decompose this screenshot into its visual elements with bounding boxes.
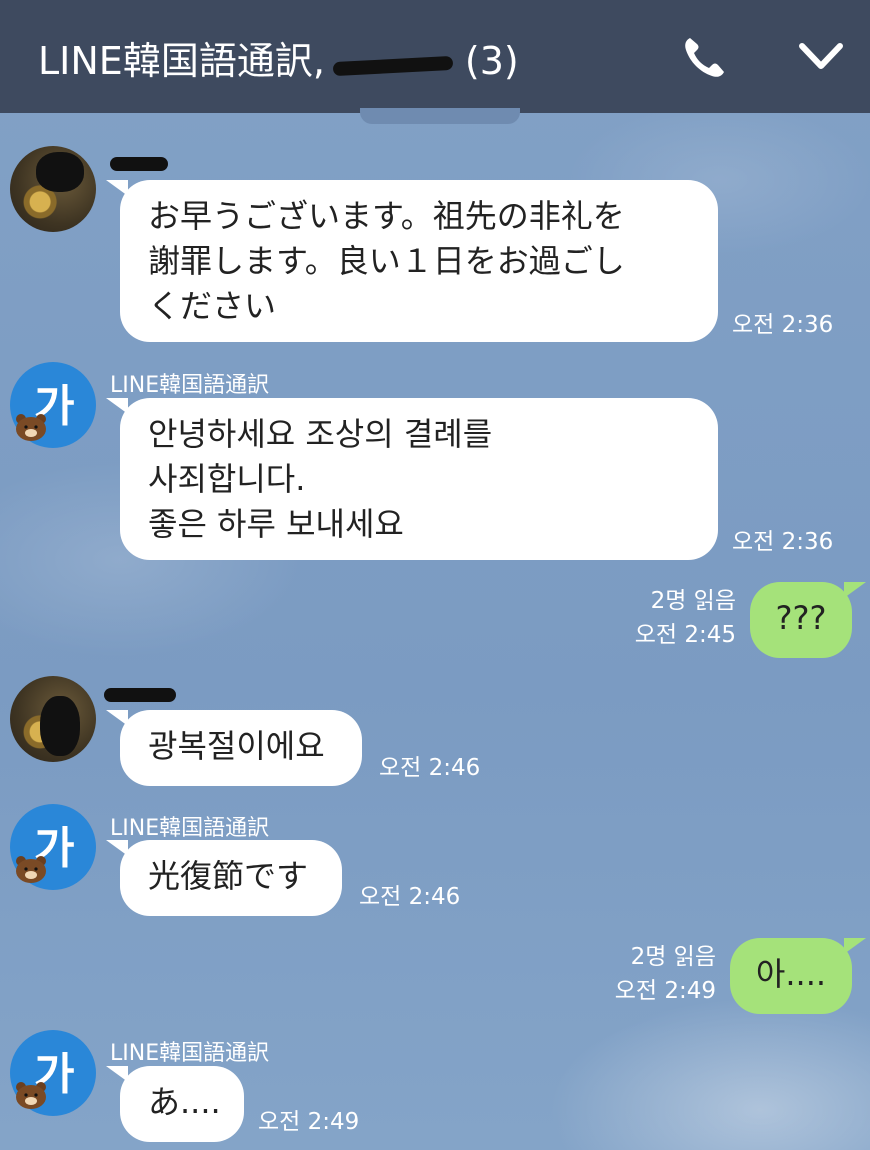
bear-icon [16,1082,46,1109]
phone-icon[interactable] [680,32,730,82]
message-text: お早うございます。祖先の非礼を [148,197,625,235]
avatar[interactable]: 가 [10,804,96,890]
redacted-sender-name [110,157,168,171]
bear-icon [16,414,46,441]
chat-header: LINE韓国語通訳, (3) [0,0,870,113]
avatar[interactable]: 가 [10,1030,96,1116]
message-bubble[interactable]: ??? [750,582,866,658]
sender-name: LINE韓国語通訳 [110,373,270,398]
message-text: あ.... [148,1083,221,1121]
message-time: 오전 2:49 [258,1109,360,1135]
redacted-sender-name [104,688,176,702]
redacted-name [325,49,465,79]
message-bubble[interactable]: 아.... [730,938,866,1014]
message-bubble[interactable]: お早うございます。祖先の非礼を 謝罪します。良い１日をお過ごし ください [106,180,718,342]
message-text: 謝罪します。良い１日をお過ごし [148,242,625,280]
message-text: 사죄합니다. [148,460,306,498]
read-receipt: 2명 읽음 [650,588,736,614]
message-text: 아.... [755,955,827,993]
message-time: 오전 2:36 [732,312,834,338]
message-time: 오전 2:46 [379,755,481,781]
message-time: 오전 2:45 [634,622,736,648]
sender-name: LINE韓国語通訳 [110,1041,270,1066]
message-bubble[interactable]: 안녕하세요 조상의 결례를 사죄합니다. 좋은 하루 보내세요 [106,398,718,560]
bear-icon [16,856,46,883]
read-receipt: 2명 읽음 [630,944,716,970]
scroll-indicator [360,108,520,124]
message-bubble[interactable]: 광복절이에요 [106,710,362,786]
message-text: ??? [775,599,827,637]
avatar[interactable]: 가 [10,362,96,448]
avatar[interactable] [10,146,96,232]
message-text: 좋은 하루 보내세요 [148,505,404,543]
message-bubble[interactable]: あ.... [106,1066,244,1142]
message-time: 오전 2:36 [732,529,834,555]
message-bubble[interactable]: 光復節です [106,840,342,916]
avatar[interactable] [10,676,96,762]
message-text: 안녕하세요 조상의 결례를 [148,415,493,453]
message-time: 오전 2:46 [359,884,461,910]
message-text: 광복절이에요 [148,727,325,765]
message-time: 오전 2:49 [614,978,716,1004]
message-text: ください [148,287,277,325]
sender-name: LINE韓国語通訳 [110,816,270,841]
chat-title[interactable]: LINE韓国語通訳, (3) [38,30,519,85]
chevron-down-icon[interactable] [796,32,846,82]
message-text: 光復節です [148,857,309,895]
